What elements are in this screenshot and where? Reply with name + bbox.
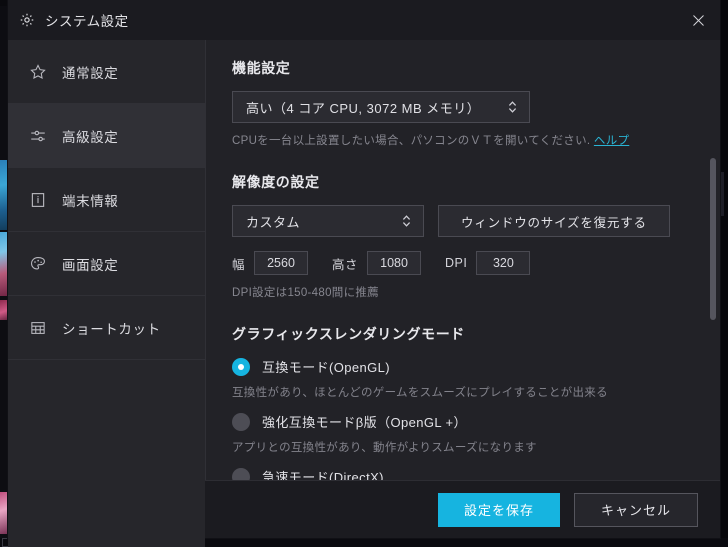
save-settings-button[interactable]: 設定を保存 bbox=[437, 492, 560, 527]
palette-icon bbox=[28, 254, 48, 274]
performance-section-title: 機能設定 bbox=[232, 60, 291, 76]
system-settings-dialog: システム設定 通常設定 高級設定 端末情報 画面設定 ショートカット 機能設定 … bbox=[8, 0, 720, 547]
chevron-up-down-icon bbox=[401, 213, 412, 229]
sidebar-item-label: 端末情報 bbox=[62, 193, 119, 209]
sidebar-item-shortcuts[interactable]: ショートカット bbox=[8, 296, 205, 360]
sidebar-item-label: ショートカット bbox=[62, 321, 161, 337]
dpi-label: DPI bbox=[445, 256, 468, 270]
sidebar-item-label: 通常設定 bbox=[62, 65, 119, 81]
sliders-icon bbox=[28, 126, 48, 146]
rendering-option-opengl[interactable]: 互換モード(OpenGL) bbox=[232, 357, 694, 376]
info-icon bbox=[28, 190, 48, 210]
radio-icon[interactable] bbox=[232, 357, 250, 376]
content-scrollbar-thumb[interactable] bbox=[710, 158, 716, 320]
sidebar-filler bbox=[8, 360, 205, 547]
performance-help-link[interactable]: ヘルプ bbox=[594, 135, 629, 147]
rendering-option-label: 急速モード(DirectX) bbox=[262, 470, 384, 480]
rendering-option-opengl-plus[interactable]: 強化互換モードβ版（OpenGL +） bbox=[232, 412, 694, 431]
resolution-preset-select[interactable]: カスタム bbox=[232, 205, 424, 237]
grid-icon bbox=[28, 318, 48, 338]
resolution-section-title: 解像度の設定 bbox=[232, 174, 320, 190]
sidebar-item-advanced[interactable]: 高級設定 bbox=[8, 104, 205, 168]
resolution-controls-row: カスタム ウィンドウのサイズを復元する bbox=[232, 205, 694, 237]
resolution-preset-value: カスタム bbox=[246, 214, 301, 230]
radio-icon[interactable] bbox=[232, 467, 250, 480]
resolution-fields-row: 幅 高さ DPI bbox=[232, 251, 694, 275]
height-label: 高さ bbox=[332, 257, 359, 272]
dialog-body: 通常設定 高級設定 端末情報 画面設定 ショートカット 機能設定 高い（4 コア… bbox=[8, 40, 720, 547]
dpi-hint: DPI設定は150-480間に推薦 bbox=[232, 287, 379, 299]
rendering-option-label: 互換モード(OpenGL) bbox=[262, 360, 391, 375]
star-icon bbox=[28, 62, 48, 82]
rendering-option-label: 強化互換モードβ版（OpenGL +） bbox=[262, 415, 467, 430]
sidebar-item-general[interactable]: 通常設定 bbox=[8, 40, 205, 104]
chevron-up-down-icon bbox=[507, 99, 518, 115]
rendering-section-title: グラフィックスレンダリングモード bbox=[232, 326, 465, 342]
content-scrollbar[interactable] bbox=[710, 40, 718, 480]
width-input[interactable] bbox=[254, 251, 309, 275]
performance-select[interactable]: 高い（4 コア CPU, 3072 MB メモリ） bbox=[232, 91, 530, 123]
sidebar-item-device-info[interactable]: 端末情報 bbox=[8, 168, 205, 232]
sidebar-item-label: 画面設定 bbox=[62, 257, 119, 273]
sidebar-item-label: 高級設定 bbox=[62, 129, 119, 145]
cancel-button[interactable]: キャンセル bbox=[573, 492, 698, 527]
rendering-option-directx[interactable]: 急速モード(DirectX) bbox=[232, 467, 694, 480]
performance-hint: CPUを一台以上設置したい場合、パソコンのＶＴを開いてください. ヘルプ bbox=[232, 132, 694, 148]
height-input[interactable] bbox=[367, 251, 422, 275]
radio-icon[interactable] bbox=[232, 412, 250, 431]
performance-select-value: 高い（4 コア CPU, 3072 MB メモリ） bbox=[246, 100, 481, 116]
width-label: 幅 bbox=[232, 257, 246, 272]
settings-content: 機能設定 高い（4 コア CPU, 3072 MB メモリ） CPUを一台以上設… bbox=[206, 40, 720, 480]
settings-sidebar: 通常設定 高級設定 端末情報 画面設定 ショートカット bbox=[8, 40, 206, 547]
rendering-option-description: 互換性があり、ほとんどのゲームをスムーズにプレイすることが出来る bbox=[232, 387, 608, 399]
close-icon[interactable] bbox=[678, 2, 718, 38]
dpi-input[interactable] bbox=[476, 251, 531, 275]
rendering-option-description: アプリとの互換性があり、動作がよりスムーズになります bbox=[232, 442, 537, 454]
gear-icon bbox=[18, 11, 36, 29]
performance-hint-text: CPUを一台以上設置したい場合、パソコンのＶＴを開いてください. bbox=[232, 135, 591, 147]
screen: システム設定 通常設定 高級設定 端末情報 画面設定 ショートカット 機能設定 … bbox=[0, 0, 728, 547]
dialog-title: システム設定 bbox=[45, 14, 129, 29]
dialog-titlebar: システム設定 bbox=[8, 0, 720, 40]
sidebar-item-display[interactable]: 画面設定 bbox=[8, 232, 205, 296]
restore-window-size-button[interactable]: ウィンドウのサイズを復元する bbox=[438, 205, 670, 237]
